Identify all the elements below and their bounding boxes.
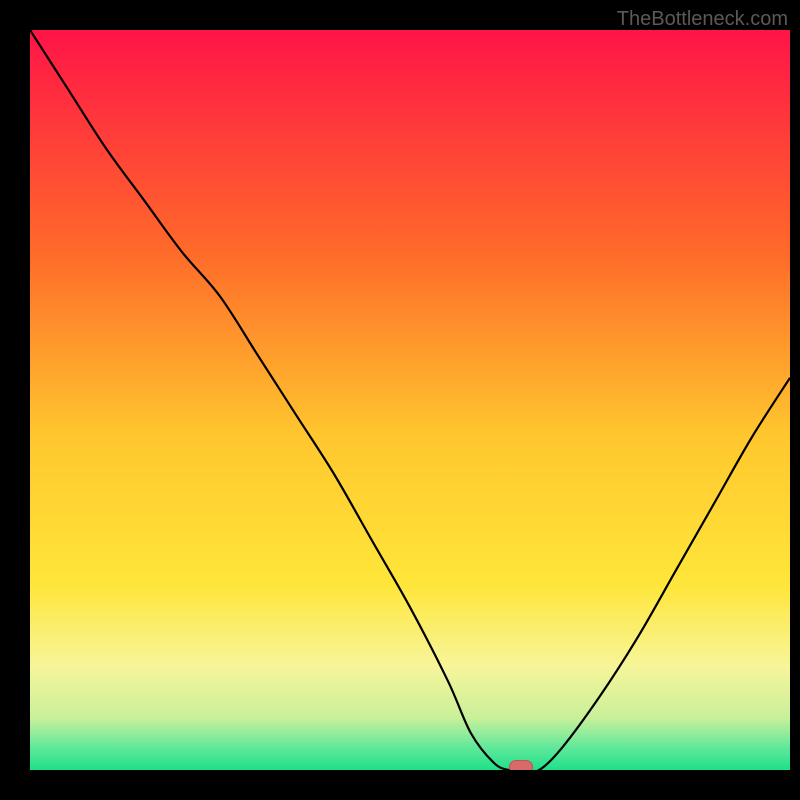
minimum-marker: [509, 760, 533, 770]
plot-area: [30, 30, 790, 770]
watermark-text: TheBottleneck.com: [617, 8, 788, 31]
gradient-background: [30, 30, 790, 770]
